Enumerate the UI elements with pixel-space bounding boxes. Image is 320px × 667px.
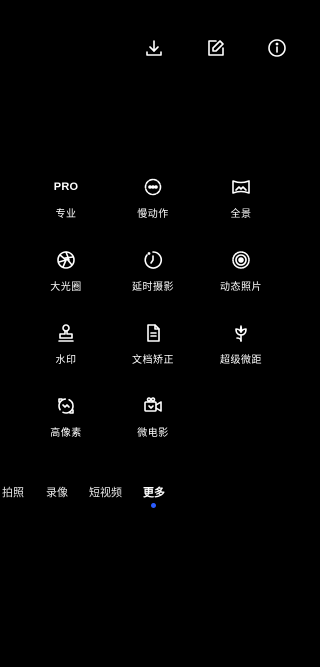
- mode-macro[interactable]: 超级微距: [201, 322, 281, 366]
- mode-label: 超级微距: [220, 355, 262, 366]
- panorama-icon: [201, 176, 281, 198]
- timelapse-icon: [113, 249, 193, 271]
- mode-label: 大光圈: [50, 282, 82, 293]
- active-tab-indicator: [151, 503, 156, 508]
- mode-label: 高像素: [50, 428, 82, 439]
- document-icon: [113, 322, 193, 344]
- stamp-icon: [26, 322, 106, 344]
- mode-label: 文档矫正: [132, 355, 174, 366]
- mode-label: 微电影: [137, 428, 169, 439]
- slow-motion-icon: [113, 176, 193, 198]
- mode-pro[interactable]: PRO 专业: [26, 176, 106, 220]
- mode-label: 延时摄影: [132, 282, 174, 293]
- tab-short-video[interactable]: 短视频: [89, 484, 122, 500]
- download-icon[interactable]: [143, 37, 165, 59]
- mode-document[interactable]: 文档矫正: [113, 322, 193, 366]
- mode-slow-motion[interactable]: 慢动作: [113, 176, 193, 220]
- mode-panorama[interactable]: 全景: [201, 176, 281, 220]
- tab-video[interactable]: 录像: [46, 484, 68, 500]
- aperture-icon: [26, 249, 106, 271]
- mode-aperture[interactable]: 大光圈: [26, 249, 106, 293]
- macro-flower-icon: [201, 322, 281, 344]
- mode-label: 水印: [55, 355, 77, 366]
- camera-mode-tabs: 拍照 录像 短视频 更多: [0, 484, 308, 504]
- mode-live-photo[interactable]: 动态照片: [201, 249, 281, 293]
- mode-high-res[interactable]: 高像素: [26, 395, 106, 439]
- mode-label: 全景: [230, 209, 252, 220]
- mode-label: 专业: [55, 209, 77, 220]
- tab-more[interactable]: 更多: [143, 484, 165, 500]
- pro-text-icon: PRO: [53, 181, 79, 193]
- mode-micro-film[interactable]: 微电影: [113, 395, 193, 439]
- high-res-icon: [26, 395, 106, 417]
- mode-label: 慢动作: [137, 209, 169, 220]
- mode-timelapse[interactable]: 延时摄影: [113, 249, 193, 293]
- top-bar: [0, 0, 308, 95]
- mode-label: 动态照片: [220, 282, 262, 293]
- edit-icon[interactable]: [205, 37, 227, 59]
- tab-photo[interactable]: 拍照: [2, 484, 24, 500]
- info-icon[interactable]: [266, 37, 288, 59]
- live-photo-icon: [201, 249, 281, 271]
- mode-watermark[interactable]: 水印: [26, 322, 106, 366]
- video-camera-icon: [113, 395, 193, 417]
